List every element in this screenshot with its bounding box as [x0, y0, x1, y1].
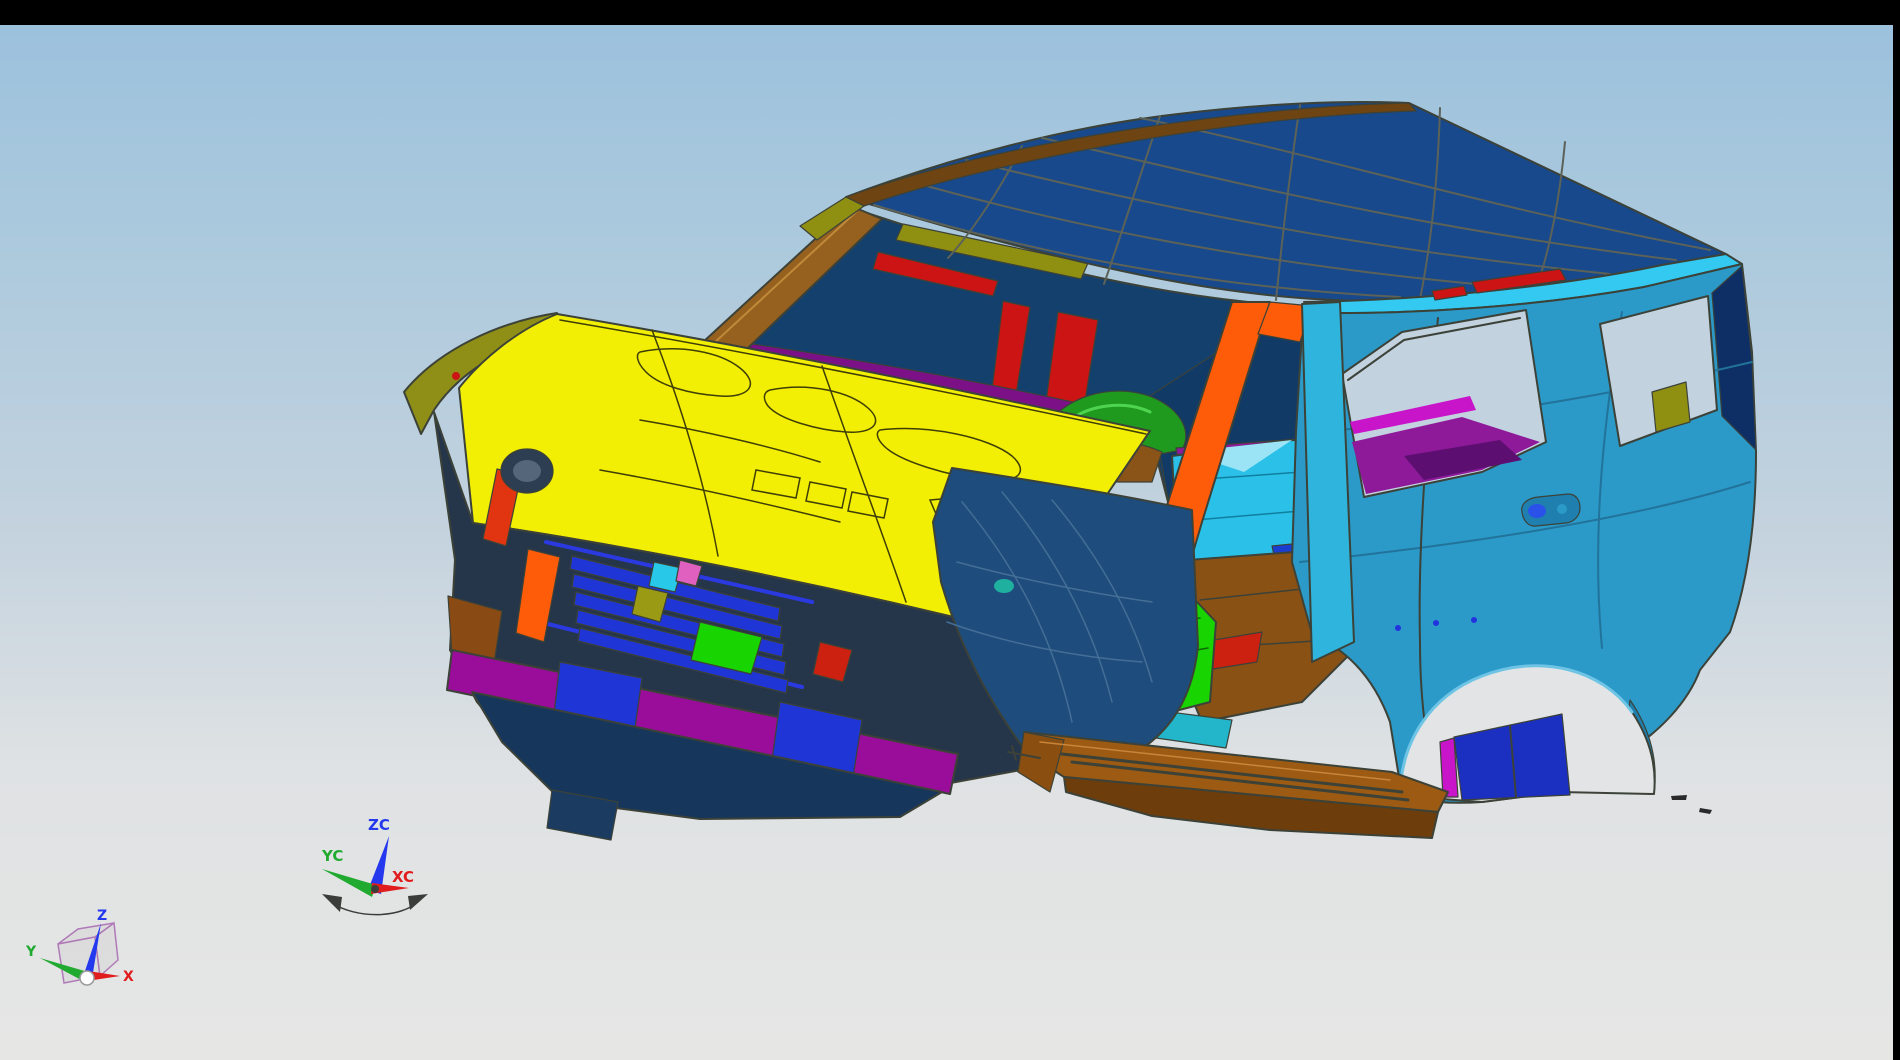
wcs-triad[interactable]: ZC YC XC: [321, 816, 428, 915]
title-bar: [0, 0, 1900, 25]
debris-specks: [1671, 795, 1712, 814]
abs-y-label: Y: [25, 944, 37, 960]
right-edge-panel: [1893, 25, 1900, 1060]
wcs-y-axis[interactable]: [322, 869, 376, 897]
absolute-csys-triad: Z Y X: [25, 908, 134, 985]
wcs-x-label: XC: [392, 868, 414, 886]
graphics-window[interactable]: ZC YC XC Z Y X: [0, 25, 1893, 1060]
abs-z-label: Z: [97, 908, 107, 924]
cad-3d-viewport[interactable]: ZC YC XC Z Y X: [0, 25, 1893, 1060]
wcs-y-label: YC: [321, 847, 343, 865]
origin-sphere: [80, 971, 94, 985]
running-board[interactable]: [1008, 732, 1448, 838]
wcs-rotate-handle[interactable]: [332, 900, 420, 915]
wcs-z-label: ZC: [368, 816, 390, 834]
car-body-model[interactable]: [404, 102, 1756, 840]
door-handle[interactable]: [1522, 494, 1580, 526]
abs-x-label: X: [123, 969, 134, 985]
red-fastener: [452, 372, 460, 380]
